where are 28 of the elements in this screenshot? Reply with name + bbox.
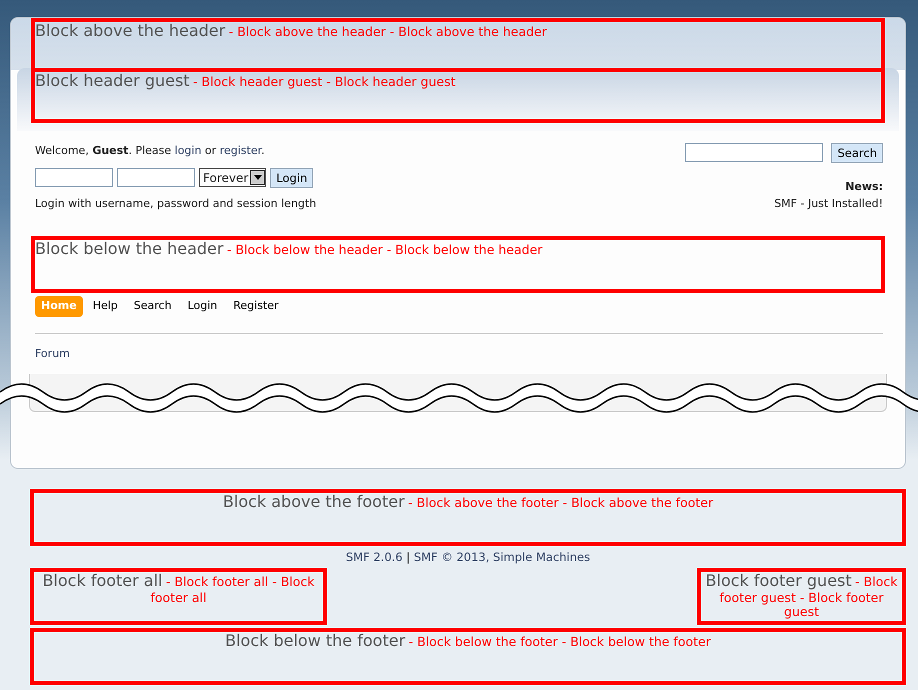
search-button[interactable]: Search: [831, 143, 883, 163]
menu-tab[interactable]: Search: [128, 296, 178, 316]
block-text: Block below the footer - Block below the footer - Block below the footer: [224, 632, 712, 651]
menu-tab[interactable]: Register: [227, 296, 285, 316]
menu-tab[interactable]: Help: [86, 296, 124, 316]
welcome-text: Welcome, Guest. Please login or register.: [35, 143, 266, 159]
news-text: SMF - Just Installed!: [773, 196, 883, 212]
news-label: News:: [844, 179, 883, 195]
session-dropdown[interactable]: Forever: [199, 168, 266, 187]
caret-icon: [254, 175, 262, 180]
block-text: Block above the header - Block above the header - Block above the header: [35, 22, 548, 40]
block-text: Block footer guest - Block footer guest - Block footer guest: [704, 572, 898, 620]
login-button[interactable]: Login: [270, 168, 314, 188]
footer-link[interactable]: SMF 2.0.6: [346, 550, 403, 564]
search-field[interactable]: [685, 143, 824, 162]
block-text: Block above the footer - Block above the footer - Block above the footer: [222, 493, 714, 512]
account-link[interactable]: register: [220, 144, 262, 157]
password-field[interactable]: [117, 168, 195, 187]
forum-link[interactable]: Forum: [35, 347, 70, 360]
username-field[interactable]: [35, 168, 113, 187]
account-link[interactable]: login: [174, 144, 202, 157]
block-text: Block header guest - Block header guest - Block header guest: [35, 72, 457, 90]
block-text: Block below the header - Block below the header - Block below the header: [35, 240, 544, 258]
login-hint: Login with username, password and session length: [35, 196, 316, 212]
block-text: Block footer all - Block footer all - Block footer all: [41, 572, 316, 606]
footer-link[interactable]: SMF © 2013, Simple Machines: [414, 550, 590, 564]
menu-tab[interactable]: Login: [182, 296, 224, 316]
copyright-text: SMF 2.0.6 | SMF © 2013, Simple Machines: [344, 549, 592, 566]
